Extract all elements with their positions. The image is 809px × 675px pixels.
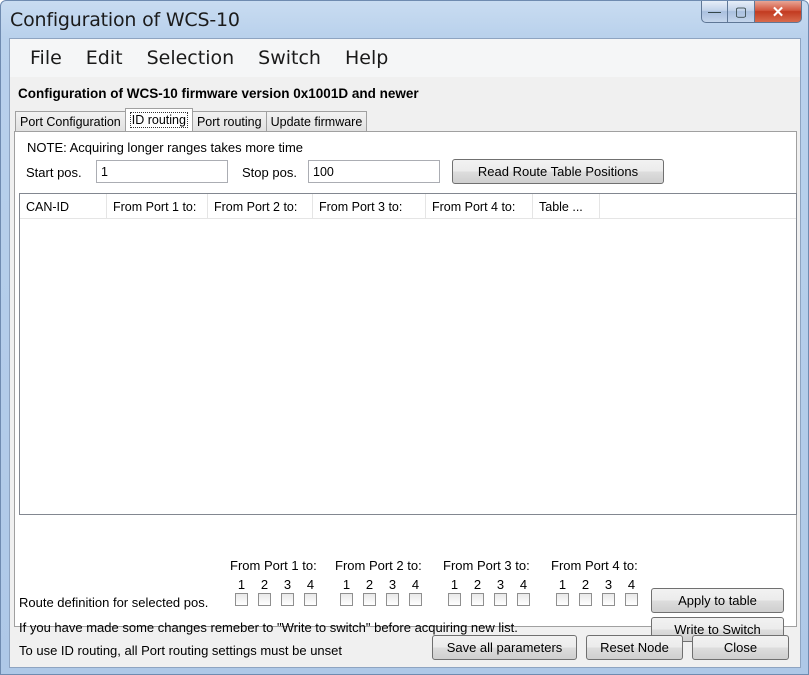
read-route-table-button[interactable]: Read Route Table Positions [452,159,664,184]
tab-port-configuration[interactable]: Port Configuration [15,111,126,131]
menu-selection[interactable]: Selection [135,47,247,69]
port-number: 2 [473,577,482,592]
checkbox-p2-1[interactable] [340,593,353,606]
checkbox-p4-1[interactable] [556,593,569,606]
checkbox-p1-1[interactable] [235,593,248,606]
close-icon: ✕ [771,3,785,21]
maximize-button[interactable]: ▢ [728,1,755,23]
checkbox-p4-4[interactable] [625,593,638,606]
port-checkboxes [335,593,427,606]
menu-help[interactable]: Help [333,47,400,69]
maximize-icon: ▢ [734,3,748,19]
window-title: Configuration of WCS-10 [10,9,240,31]
stop-pos-label: Stop pos. [242,165,297,180]
port-number: 1 [237,577,246,592]
tab-port-routing[interactable]: Port routing [191,111,267,131]
route-definition-label: Route definition for selected pos. [19,595,209,610]
menu-switch[interactable]: Switch [246,47,333,69]
menu-file[interactable]: File [18,47,74,69]
port-group-title: From Port 1 to: [230,558,317,573]
minimize-icon: — [708,4,721,19]
minimize-button[interactable]: — [701,1,728,23]
column-port2[interactable]: From Port 2 to: [208,194,313,219]
port-checkboxes [443,593,535,606]
footer-bar: Save all parameters Reset Node Close [10,629,800,667]
checkbox-p4-3[interactable] [602,593,615,606]
title-bar[interactable]: Configuration of WCS-10 — ▢ ✕ [1,1,808,37]
apply-to-table-button[interactable]: Apply to table [651,588,784,613]
port-number: 1 [558,577,567,592]
checkbox-p2-2[interactable] [363,593,376,606]
port-number: 3 [283,577,292,592]
close-button[interactable]: Close [692,635,789,660]
note-text: NOTE: Acquiring longer ranges takes more… [27,140,304,155]
port-checkboxes [551,593,643,606]
menu-bar: File Edit Selection Switch Help [10,39,800,77]
main-window: Configuration of WCS-10 — ▢ ✕ File Edit … [0,0,809,675]
stop-pos-input[interactable] [308,160,440,183]
list-header: CAN-ID From Port 1 to: From Port 2 to: F… [20,194,796,219]
checkbox-p3-2[interactable] [471,593,484,606]
close-window-button[interactable]: ✕ [755,1,802,23]
port-group-title: From Port 4 to: [551,558,638,573]
tab-label: Port routing [196,114,262,129]
checkbox-p4-2[interactable] [579,593,592,606]
column-port1[interactable]: From Port 1 to: [107,194,208,219]
port-number: 4 [306,577,315,592]
tab-label: Update firmware [270,114,363,129]
port-numbers: 1 2 3 4 [230,577,322,592]
page-title: Configuration of WCS-10 firmware version… [18,86,419,101]
tab-label: Port Configuration [20,114,121,129]
tab-strip: Port Configuration ID routing Port routi… [15,108,368,131]
id-routing-panel: NOTE: Acquiring longer ranges takes more… [14,131,797,658]
port-group-4: From Port 4 to: 1 2 3 4 [551,558,643,606]
port-number: 3 [496,577,505,592]
port-number: 2 [260,577,269,592]
column-can-id[interactable]: CAN-ID [20,194,107,219]
reset-node-button[interactable]: Reset Node [586,635,683,660]
checkbox-p3-1[interactable] [448,593,461,606]
route-table-list[interactable]: CAN-ID From Port 1 to: From Port 2 to: F… [19,193,797,515]
port-number: 3 [388,577,397,592]
port-numbers: 1 2 3 4 [443,577,535,592]
port-numbers: 1 2 3 4 [335,577,427,592]
port-number: 3 [604,577,613,592]
port-group-3: From Port 3 to: 1 2 3 4 [443,558,535,606]
column-port4[interactable]: From Port 4 to: [426,194,533,219]
port-number: 4 [627,577,636,592]
port-numbers: 1 2 3 4 [551,577,643,592]
checkbox-p2-3[interactable] [386,593,399,606]
port-number: 4 [411,577,420,592]
checkbox-p1-2[interactable] [258,593,271,606]
port-number: 2 [365,577,374,592]
column-table[interactable]: Table ... [533,194,600,219]
window-controls: — ▢ ✕ [701,1,802,25]
port-number: 1 [450,577,459,592]
start-pos-label: Start pos. [26,165,82,180]
column-port3[interactable]: From Port 3 to: [313,194,426,219]
start-pos-input[interactable] [96,160,228,183]
checkbox-p2-4[interactable] [409,593,422,606]
tab-id-routing[interactable]: ID routing [124,108,193,131]
port-number: 2 [581,577,590,592]
checkbox-p3-4[interactable] [517,593,530,606]
port-group-title: From Port 2 to: [335,558,422,573]
port-group-2: From Port 2 to: 1 2 3 4 [335,558,427,606]
port-group-title: From Port 3 to: [443,558,530,573]
tab-label: ID routing [129,112,188,128]
port-group-1: From Port 1 to: 1 2 3 4 [230,558,322,606]
checkbox-p1-4[interactable] [304,593,317,606]
save-all-parameters-button[interactable]: Save all parameters [432,635,577,660]
checkbox-p1-3[interactable] [281,593,294,606]
menu-edit[interactable]: Edit [74,47,135,69]
tab-update-firmware[interactable]: Update firmware [265,111,368,131]
client-area: File Edit Selection Switch Help Configur… [9,38,801,668]
port-checkboxes [230,593,322,606]
port-number: 4 [519,577,528,592]
checkbox-p3-3[interactable] [494,593,507,606]
port-number: 1 [342,577,351,592]
